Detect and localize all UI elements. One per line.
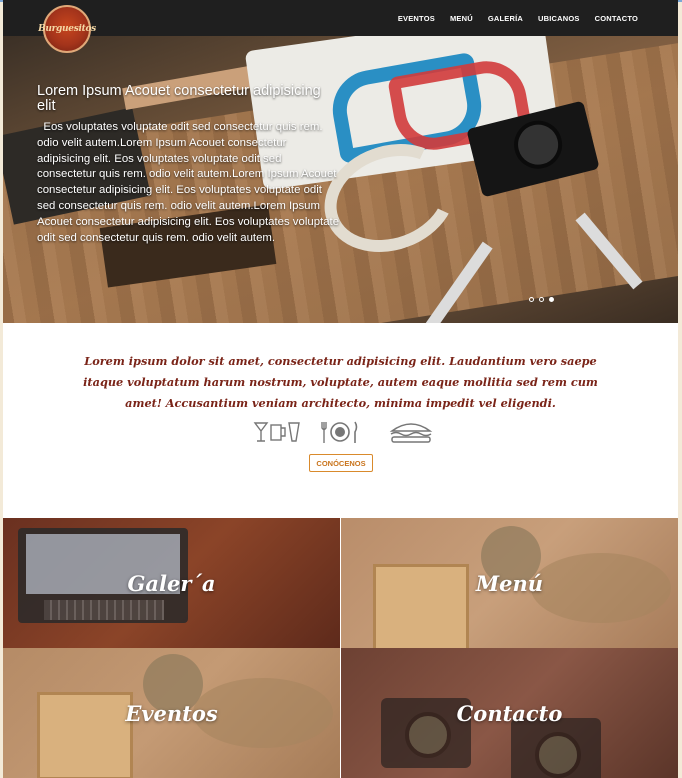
tile-label: Galer´a [127,570,216,596]
camera-image [511,718,601,778]
nav-item-eventos[interactable]: EVENTOS [398,14,435,23]
carousel-dot[interactable] [539,297,544,302]
plate-image [531,553,671,623]
logo-text: Burguesitos [38,24,96,34]
board-image [37,692,133,778]
feature-grid: Galer´a Menú Eventos Contacto [3,518,678,778]
hero-title: Lorem Ipsum Acouet consectetur adipisici… [37,83,321,114]
camera-lens [509,115,568,174]
nav-item-ubicanos[interactable]: UBICANOS [538,14,580,23]
nav-item-galeria[interactable]: GALERÍA [488,14,523,23]
board-image [373,564,469,648]
tile-galeria[interactable]: Galer´a [3,518,340,648]
tile-eventos[interactable]: Eventos [3,648,340,778]
hero-caption: Lorem Ipsum Acouet consectetur adipisici… [37,84,342,246]
hero-carousel: Lorem Ipsum Acouet consectetur adipisici… [3,36,678,323]
carousel-dot-active[interactable] [549,297,554,302]
brand-logo[interactable]: Burguesitos [38,5,96,53]
tile-label: Contacto [456,700,563,726]
carousel-dot[interactable] [529,297,534,302]
drinks-icon [253,419,301,445]
navbar: EVENTOS MENÚ GALERÍA UBICANOS CONTACTO [3,0,678,36]
service-icons [248,419,438,447]
nav-item-contacto[interactable]: CONTACTO [595,14,638,23]
tile-label: Menú [475,570,544,596]
dinner-plate-icon [320,419,360,445]
hero-body: Eos voluptates voluptate odit sed consec… [37,121,343,244]
main-menu: EVENTOS MENÚ GALERÍA UBICANOS CONTACTO [398,0,638,36]
burger-icon [388,419,434,445]
intro-section: Lorem ipsum dolor sit amet, consectetur … [3,323,678,518]
page: EVENTOS MENÚ GALERÍA UBICANOS CONTACTO B… [3,0,678,778]
nav-item-menu[interactable]: MENÚ [450,14,473,23]
carousel-indicators [529,297,554,302]
intro-tagline: Lorem ipsum dolor sit amet, consectetur … [83,354,598,410]
tile-contacto[interactable]: Contacto [341,648,678,778]
tile-label: Eventos [125,700,218,726]
tile-menu[interactable]: Menú [341,518,678,648]
conocenos-button[interactable]: CONÓCENOS [309,454,373,472]
